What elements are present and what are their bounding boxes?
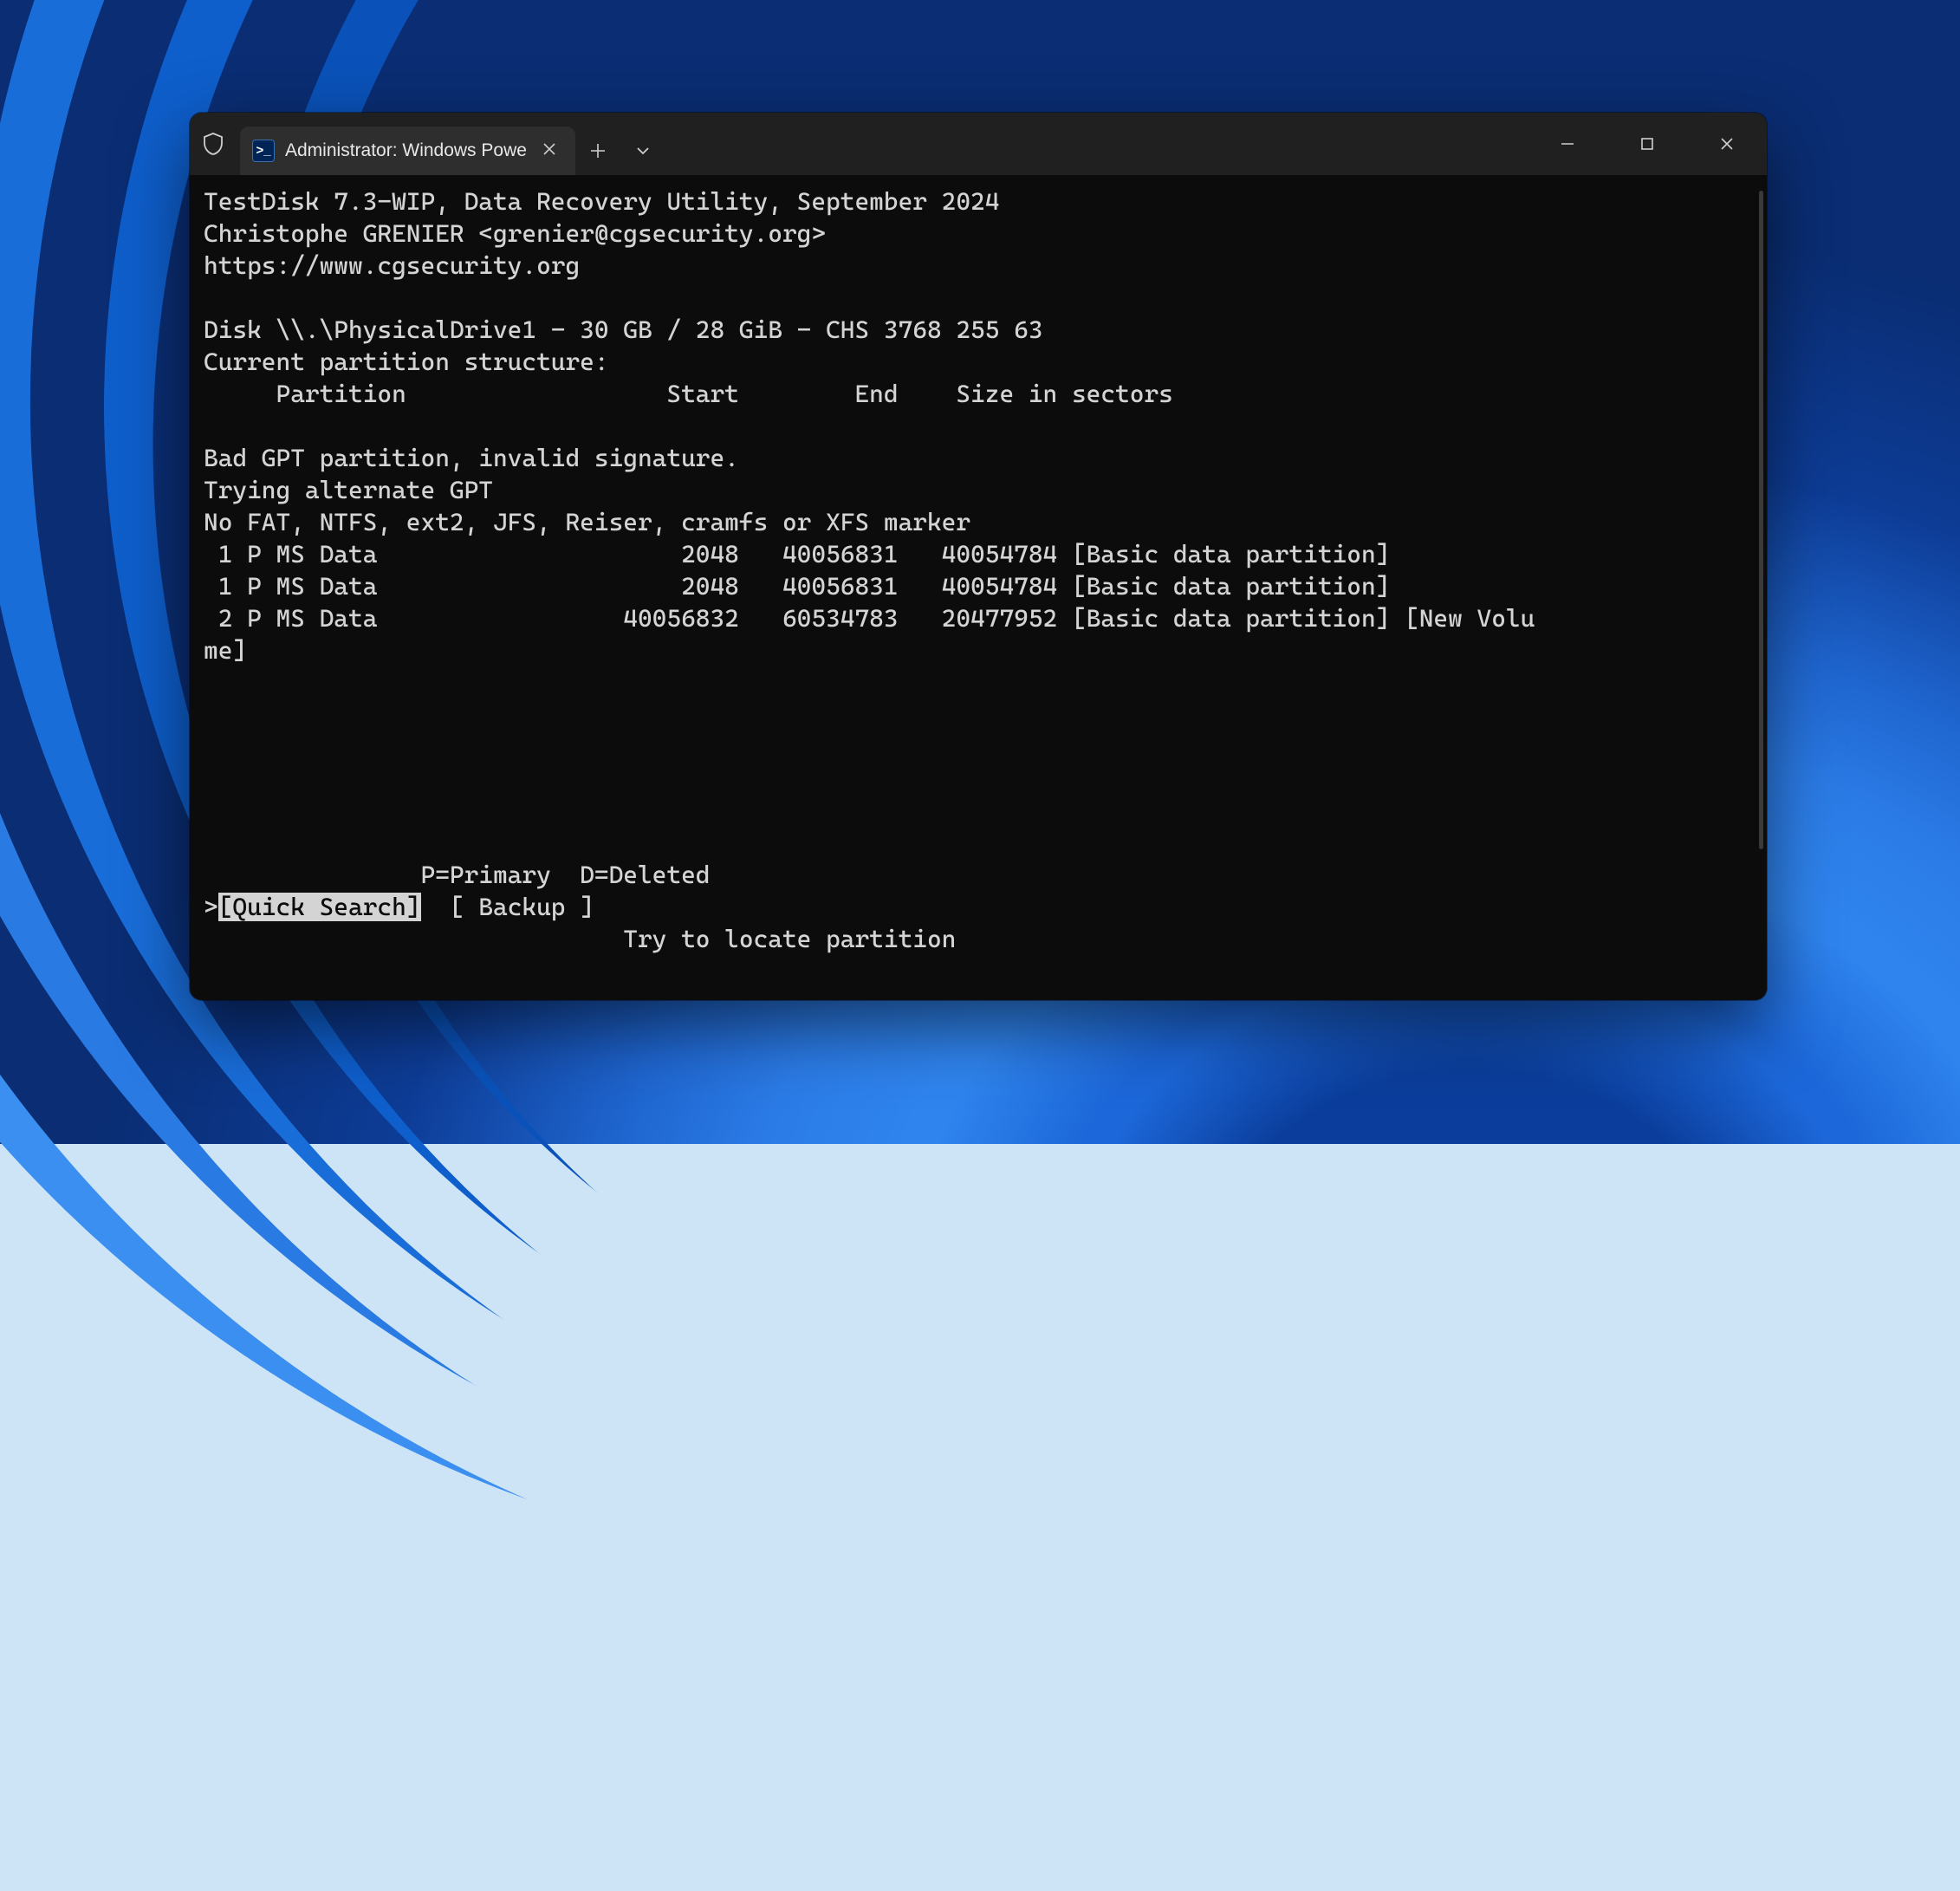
minimize-button[interactable] bbox=[1528, 113, 1607, 175]
terminal-viewport[interactable]: TestDisk 7.3-WIP, Data Recovery Utility,… bbox=[190, 175, 1767, 1000]
titlebar[interactable]: >_ Administrator: Windows Powe bbox=[190, 113, 1767, 175]
close-button[interactable] bbox=[1687, 113, 1767, 175]
terminal-window: >_ Administrator: Windows Powe T bbox=[190, 113, 1767, 1000]
new-tab-button[interactable] bbox=[575, 127, 620, 175]
maximize-button[interactable] bbox=[1607, 113, 1687, 175]
powershell-icon: >_ bbox=[252, 140, 275, 162]
admin-shield-icon bbox=[190, 113, 237, 175]
terminal-output: TestDisk 7.3-WIP, Data Recovery Utility,… bbox=[204, 185, 1753, 955]
tab-dropdown-button[interactable] bbox=[620, 127, 665, 175]
scrollbar-thumb[interactable] bbox=[1759, 191, 1763, 849]
tab-powershell-admin[interactable]: >_ Administrator: Windows Powe bbox=[240, 127, 575, 175]
tab-close-button[interactable] bbox=[537, 137, 561, 165]
tab-title: Administrator: Windows Powe bbox=[285, 140, 527, 161]
